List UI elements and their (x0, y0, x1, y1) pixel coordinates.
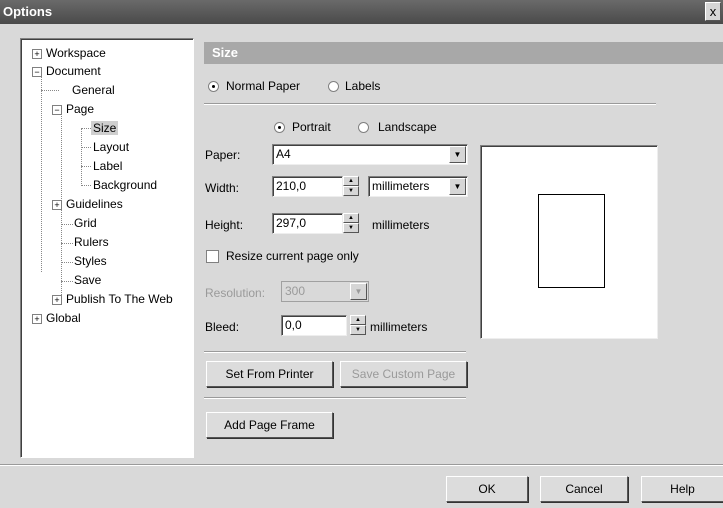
footer-separator (0, 464, 723, 466)
separator (204, 103, 656, 105)
unit-dropdown-icon[interactable]: ▼ (449, 178, 466, 195)
tree-item-workspace[interactable]: Workspace (46, 44, 106, 62)
bleed-input[interactable]: 0,0 (281, 315, 347, 336)
labels-label: Labels (345, 79, 381, 93)
expand-publish-icon[interactable]: + (52, 295, 62, 305)
width-label: Width: (205, 181, 240, 195)
height-unit-label: millimeters (372, 218, 430, 232)
bleed-spinner[interactable]: ▲ ▼ (350, 315, 366, 336)
section-header: Size (204, 42, 723, 64)
tree-item-page[interactable]: Page (66, 100, 94, 118)
collapse-document-icon[interactable]: − (32, 67, 42, 77)
height-spinner[interactable]: ▲ ▼ (343, 213, 359, 234)
labels-radio[interactable] (328, 81, 339, 92)
tree-item-label[interactable]: Label (93, 157, 122, 175)
separator (204, 351, 466, 353)
tree-item-guidelines[interactable]: Guidelines (66, 195, 123, 213)
tree-line (41, 90, 59, 91)
resize-current-page-label: Resize current page only (226, 249, 359, 263)
spin-up-icon[interactable]: ▲ (343, 213, 359, 223)
ok-button[interactable]: OK (446, 476, 528, 502)
portrait-label: Portrait (292, 120, 331, 134)
help-button[interactable]: Help (641, 476, 723, 502)
spin-down-icon[interactable]: ▼ (350, 325, 366, 335)
page-preview-sheet (538, 194, 605, 288)
bleed-unit-label: millimeters (370, 320, 428, 334)
options-tree[interactable]: + Workspace − Document General − Page Si… (20, 38, 194, 458)
width-unit-value: millimeters (372, 179, 430, 193)
close-button[interactable]: x (705, 2, 721, 21)
tree-line (81, 128, 91, 129)
tree-item-layout[interactable]: Layout (93, 138, 129, 156)
resolution-value: 300 (285, 284, 306, 298)
collapse-page-icon[interactable]: − (52, 105, 62, 115)
normal-paper-label: Normal Paper (226, 79, 301, 93)
tree-line (81, 166, 91, 167)
expand-global-icon[interactable]: + (32, 314, 42, 324)
width-spinner[interactable]: ▲ ▼ (343, 176, 359, 197)
resize-current-page-checkbox[interactable] (206, 250, 219, 263)
bleed-label: Bleed: (205, 320, 240, 334)
landscape-radio[interactable] (358, 122, 369, 133)
tree-item-publish-to-the-web[interactable]: Publish To The Web (66, 290, 173, 308)
spin-down-icon[interactable]: ▼ (343, 186, 359, 196)
paper-dropdown-icon[interactable]: ▼ (449, 146, 466, 163)
width-value: 210,0 (276, 179, 307, 193)
tree-line (61, 281, 73, 282)
cancel-button[interactable]: Cancel (540, 476, 628, 502)
section-title: Size (212, 45, 239, 60)
width-input[interactable]: 210,0 (272, 176, 343, 197)
expand-workspace-icon[interactable]: + (32, 49, 42, 59)
title-bar: Options x (0, 0, 723, 24)
portrait-radio[interactable] (274, 122, 285, 133)
tree-line (81, 185, 91, 186)
save-custom-page-button[interactable]: Save Custom Page (340, 361, 467, 387)
tree-item-global[interactable]: Global (46, 309, 81, 327)
tree-item-document[interactable]: Document (46, 62, 101, 80)
resolution-label: Resolution: (205, 286, 266, 300)
tree-item-rulers[interactable]: Rulers (74, 233, 109, 251)
tree-line (41, 72, 42, 272)
normal-paper-radio[interactable] (208, 81, 219, 92)
spin-up-icon[interactable]: ▲ (350, 315, 366, 325)
tree-item-grid[interactable]: Grid (74, 214, 97, 232)
paper-label: Paper: (205, 148, 241, 162)
set-from-printer-button[interactable]: Set From Printer (206, 361, 333, 387)
resolution-dropdown-icon[interactable]: ▼ (350, 283, 367, 300)
add-page-frame-button[interactable]: Add Page Frame (206, 412, 333, 438)
height-input[interactable]: 297,0 (272, 213, 343, 234)
height-label: Height: (205, 218, 244, 232)
tree-item-background[interactable]: Background (93, 176, 157, 194)
tree-item-size[interactable]: Size (91, 119, 119, 137)
landscape-label: Landscape (378, 120, 437, 134)
expand-guidelines-icon[interactable]: + (52, 200, 62, 210)
separator (204, 397, 466, 399)
tree-item-general[interactable]: General (72, 81, 115, 99)
spin-down-icon[interactable]: ▼ (343, 223, 359, 233)
tree-line (61, 262, 73, 263)
tree-line (61, 243, 73, 244)
window-title: Options (3, 4, 53, 19)
height-value: 297,0 (276, 216, 307, 230)
tree-line (81, 128, 82, 186)
bleed-value: 0,0 (285, 318, 302, 332)
tree-item-styles[interactable]: Styles (74, 252, 107, 270)
tree-item-save[interactable]: Save (74, 271, 101, 289)
tree-line (61, 224, 73, 225)
spin-up-icon[interactable]: ▲ (343, 176, 359, 186)
tree-line (81, 147, 91, 148)
page-preview (480, 145, 658, 339)
paper-value: A4 (276, 147, 291, 161)
paper-select[interactable]: A4 (272, 144, 468, 165)
